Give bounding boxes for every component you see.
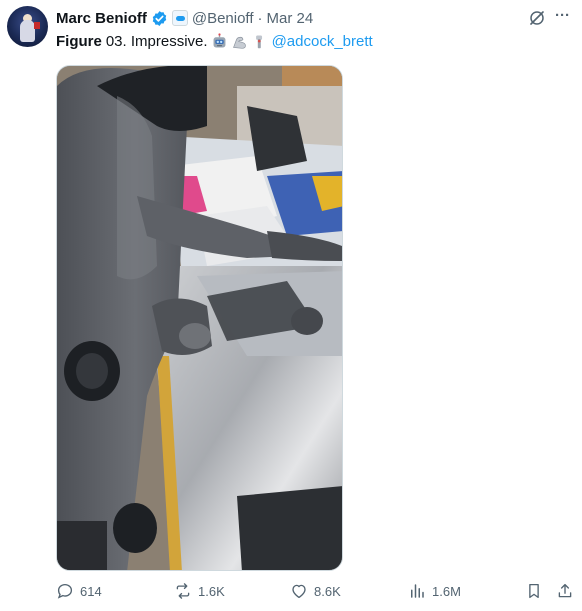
separator: ·	[257, 9, 263, 27]
author-name[interactable]: Marc Benioff	[56, 10, 147, 27]
bookmark-icon	[529, 583, 539, 599]
action-bar: 614 1.6K 8.6K 1.6M	[0, 582, 582, 606]
reply-icon	[57, 583, 73, 599]
grok-icon[interactable]	[528, 9, 546, 27]
more-options-icon[interactable]: ···	[555, 7, 570, 24]
robot-face-icon	[213, 33, 226, 48]
bookmark-button[interactable]	[525, 582, 549, 600]
tweet-text: Figure 03. Impressive. @adcock_brett	[56, 33, 373, 50]
tweet-text-bold: Figure	[56, 33, 102, 50]
share-button[interactable]	[556, 582, 580, 600]
repost-button[interactable]: 1.6K	[174, 582, 225, 600]
avatar[interactable]	[7, 6, 48, 47]
video-frame	[57, 66, 342, 570]
tweet-header: Marc Benioff @Benioff · Mar 24	[56, 8, 313, 28]
reply-count: 614	[80, 583, 102, 599]
post-date[interactable]: Mar 24	[267, 10, 314, 27]
like-count: 8.6K	[314, 583, 341, 599]
heart-icon	[292, 584, 306, 599]
repost-count: 1.6K	[198, 583, 225, 599]
author-handle[interactable]: @Benioff	[192, 10, 254, 27]
mention-link[interactable]: @adcock_brett	[272, 33, 373, 50]
repost-icon	[176, 583, 190, 599]
tweet-text-body: 03. Impressive.	[105, 33, 208, 50]
share-icon	[558, 583, 572, 598]
views-icon	[411, 584, 424, 598]
views-button[interactable]: 1.6M	[408, 582, 461, 600]
like-button[interactable]: 8.6K	[290, 582, 341, 600]
view-count: 1.6M	[432, 583, 461, 599]
tweet: Marc Benioff @Benioff · Mar 24 ··· Figur…	[0, 0, 582, 611]
reply-button[interactable]: 614	[56, 582, 102, 600]
verified-badge-icon	[152, 10, 167, 26]
mechanical-arm-icon	[255, 35, 262, 49]
video-media[interactable]	[56, 65, 343, 571]
affiliation-badge-icon[interactable]	[171, 10, 188, 26]
flexed-arm-icon	[232, 36, 246, 49]
